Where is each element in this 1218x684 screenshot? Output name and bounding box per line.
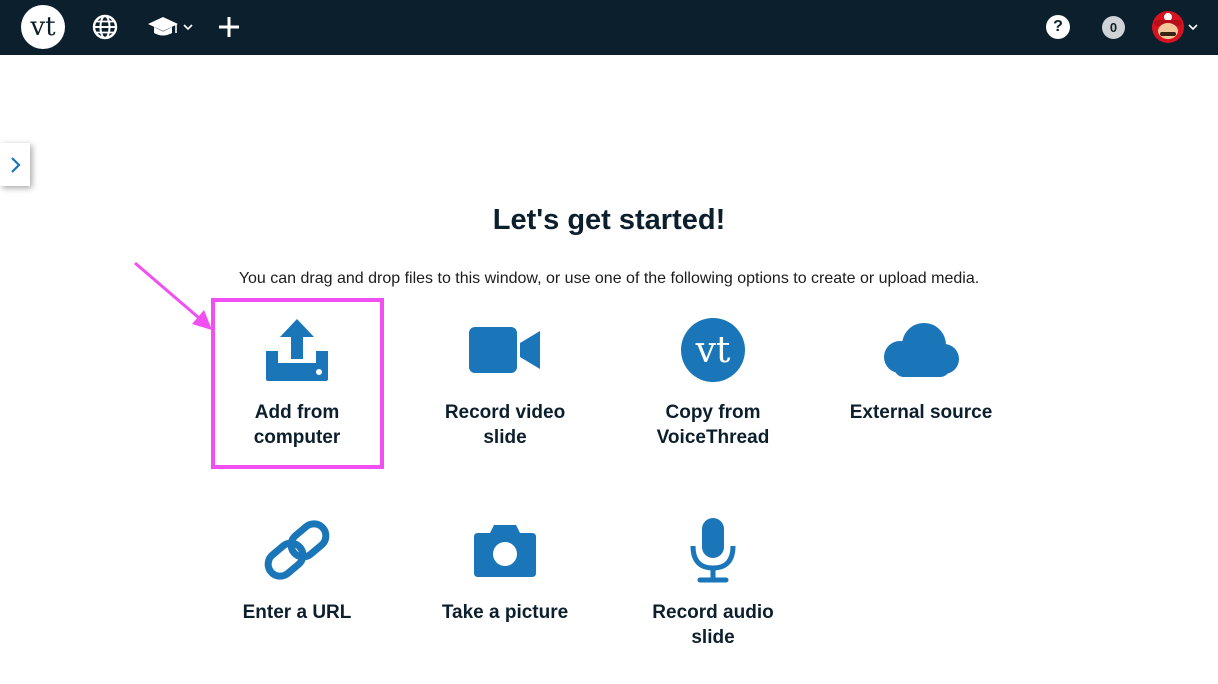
graduation-cap-menu[interactable] (147, 14, 194, 40)
cloud-icon (884, 323, 959, 377)
link-icon (264, 520, 330, 580)
option-label: Record audio slide (652, 602, 774, 648)
sidebar-toggle-button[interactable] (0, 143, 30, 186)
chevron-right-icon (11, 156, 21, 173)
page-title: Let's get started! (492, 204, 726, 236)
record-audio-slide-option[interactable]: Record audio slide (623, 500, 803, 650)
option-label: External source (849, 402, 993, 423)
help-icon[interactable]: ? (1046, 15, 1070, 39)
avatar (1152, 11, 1184, 43)
microphone-icon (690, 518, 736, 583)
add-from-computer-option[interactable]: Add from computer (207, 300, 387, 450)
chevron-down-icon (1188, 24, 1198, 31)
option-label: Record video slide (444, 402, 566, 448)
top-navigation-bar: vt ? 0 (0, 0, 1218, 55)
external-source-option[interactable]: External source (831, 300, 1011, 425)
enter-url-option[interactable]: Enter a URL (207, 500, 387, 625)
record-video-slide-option[interactable]: Record video slide (415, 300, 595, 450)
option-label: Add from computer (253, 402, 341, 448)
graduation-cap-icon (148, 17, 178, 36)
copy-from-voicethread-option[interactable]: vt Copy from VoiceThread (623, 300, 803, 450)
option-label: Take a picture (441, 602, 569, 623)
plus-icon[interactable] (217, 15, 241, 39)
upload-icon (266, 319, 328, 381)
option-label: Enter a URL (242, 602, 352, 623)
user-menu[interactable] (1152, 11, 1199, 43)
video-camera-icon (469, 327, 540, 373)
voicethread-logo[interactable]: vt (21, 5, 65, 49)
voicethread-icon: vt (681, 318, 745, 382)
globe-icon[interactable] (92, 14, 118, 40)
svg-text:vt: vt (29, 12, 56, 42)
camera-icon (474, 525, 536, 577)
chevron-down-icon (183, 24, 193, 31)
option-label: Copy from VoiceThread (656, 402, 770, 448)
svg-text:vt: vt (695, 330, 731, 371)
take-picture-option[interactable]: Take a picture (415, 500, 595, 625)
notification-count-badge[interactable]: 0 (1102, 16, 1125, 39)
